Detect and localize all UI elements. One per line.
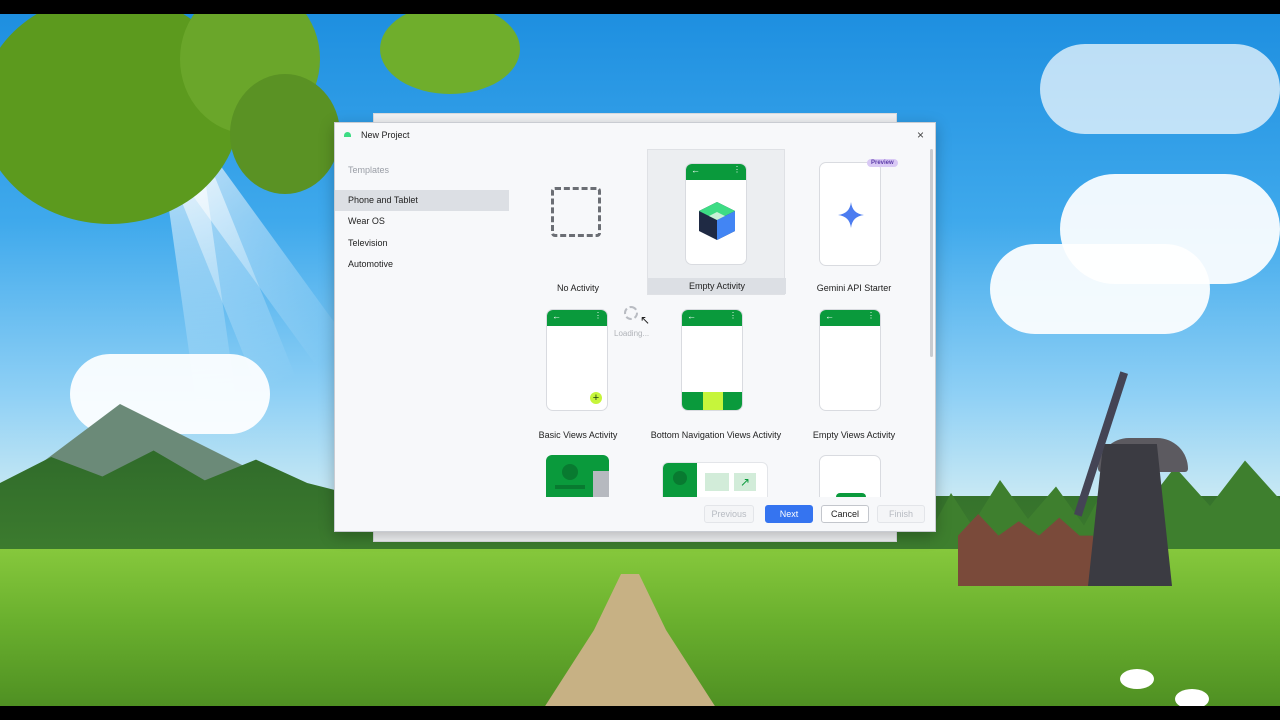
- overflow-menu-icon: ⋮: [729, 311, 737, 320]
- template-grid: No Activity ← ⋮ Empty Activity Preview G…: [509, 149, 929, 497]
- flower: [1120, 669, 1154, 689]
- phone-preview: ← ⋮: [681, 309, 743, 411]
- dialog-titlebar: New Project ×: [335, 123, 935, 149]
- cancel-button[interactable]: Cancel: [821, 505, 869, 523]
- phone-preview: ← ⋮: [685, 163, 747, 265]
- flower: [1175, 689, 1209, 706]
- sidebar-item-automotive[interactable]: Automotive: [335, 254, 509, 275]
- overflow-menu-icon: ⋮: [594, 311, 602, 320]
- line-shape: [555, 485, 585, 489]
- cloud: [1040, 44, 1280, 134]
- template-label: Empty Views Activity: [812, 430, 896, 440]
- template-empty-activity[interactable]: ← ⋮ Empty Activity: [647, 149, 786, 295]
- sidebar-item-phone-and-tablet[interactable]: Phone and Tablet: [335, 190, 509, 211]
- bottom-nav-icon: [682, 392, 742, 410]
- template-empty-views-activity[interactable]: ← ⋮ Empty Views Activity: [785, 295, 923, 441]
- trend-arrow-icon: ↗: [734, 473, 756, 491]
- side-panel-shape: [593, 471, 609, 497]
- template-no-activity[interactable]: No Activity: [509, 149, 647, 295]
- template-gemini-api-starter[interactable]: Preview Gemini API Starter: [785, 149, 923, 295]
- dialog-title: New Project: [361, 130, 410, 140]
- new-project-dialog: New Project × Templates Phone and Tablet…: [334, 122, 936, 532]
- phone-preview: [546, 455, 609, 497]
- card-shape: [705, 473, 729, 491]
- tree-leaves: [230, 74, 340, 194]
- scrollbar-thumb[interactable]: [930, 149, 933, 357]
- back-arrow-icon: ←: [552, 311, 561, 321]
- finish-button[interactable]: Finish: [877, 505, 925, 523]
- template-label: Empty Activity: [648, 278, 786, 294]
- template-partial-2[interactable]: ↗: [647, 441, 785, 497]
- mouse-cursor-icon: ↖: [640, 313, 651, 327]
- back-arrow-icon: ←: [825, 311, 834, 321]
- phone-preview: ← ⋮ +: [546, 309, 608, 411]
- template-label: No Activity: [556, 283, 599, 293]
- template-partial-3[interactable]: [785, 441, 923, 497]
- phone-preview: [819, 162, 881, 266]
- app-bar: ← ⋮: [682, 310, 742, 326]
- templates-section-label: Templates: [348, 165, 390, 175]
- phone-preview: [819, 455, 881, 497]
- back-arrow-icon: ←: [687, 311, 696, 321]
- tablet-preview: ↗: [662, 462, 768, 497]
- preview-badge: Preview: [867, 159, 898, 167]
- next-button[interactable]: Next: [765, 505, 813, 523]
- template-partial-1[interactable]: [509, 441, 647, 497]
- avatar-shape: [562, 464, 578, 480]
- previous-button[interactable]: Previous: [704, 505, 754, 523]
- fab-plus-icon: +: [590, 392, 602, 404]
- overflow-menu-icon: ⋮: [733, 165, 741, 174]
- template-scrollbar[interactable]: [929, 149, 934, 479]
- sidebar-item-television[interactable]: Television: [335, 233, 509, 254]
- android-cube-icon: [699, 202, 735, 240]
- tree-leaves: [380, 14, 520, 94]
- template-bottom-navigation-views-activity[interactable]: ← ⋮ Bottom Navigation Views Activity: [647, 295, 785, 441]
- template-label: Gemini API Starter: [816, 283, 892, 293]
- app-bar: ← ⋮: [820, 310, 880, 326]
- loading-spinner-icon: [624, 306, 638, 320]
- close-icon[interactable]: ×: [917, 128, 924, 142]
- template-label: Basic Views Activity: [538, 430, 618, 440]
- back-arrow-icon: ←: [691, 165, 700, 175]
- overflow-menu-icon: ⋮: [867, 311, 875, 320]
- sidebar-item-wear-os[interactable]: Wear OS: [335, 211, 509, 232]
- dialog-footer: Previous Next Cancel Finish: [335, 497, 935, 531]
- dashed-square-icon: [551, 187, 601, 237]
- app-bar: ← ⋮: [686, 164, 746, 180]
- avatar-shape: [673, 471, 687, 485]
- template-label: Bottom Navigation Views Activity: [650, 430, 782, 440]
- bottom-nav-selected-item: [703, 392, 723, 410]
- cloud: [1060, 174, 1280, 284]
- blank-phone-icon: ← ⋮: [819, 309, 881, 411]
- app-bar: ← ⋮: [547, 310, 607, 326]
- templates-sidebar: Templates Phone and Tablet Wear OS Telev…: [335, 149, 509, 531]
- gemini-sparkle-icon: [838, 202, 864, 228]
- android-studio-icon: [344, 132, 351, 137]
- loading-text: Loading...: [614, 329, 650, 338]
